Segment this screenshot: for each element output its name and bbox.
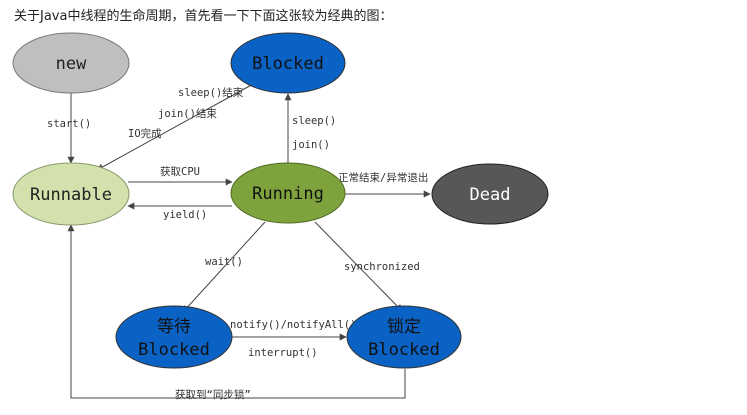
label-get-lock: 获取到“同步锁” [175, 388, 251, 401]
node-wait-blocked-label-1: 等待 [157, 317, 191, 337]
node-runnable: Runnable [12, 162, 130, 226]
label-join-end: join()结束 [158, 107, 217, 120]
label-interrupt: interrupt() [248, 347, 318, 359]
node-blocked-label: Blocked [252, 54, 324, 74]
label-wait: wait() [205, 256, 243, 268]
label-start: start() [47, 118, 91, 130]
node-lock-blocked: 锁定 Blocked [346, 305, 462, 369]
label-yield: yield() [163, 209, 207, 221]
label-get-cpu: 获取CPU [160, 166, 200, 178]
node-running-label: Running [252, 184, 324, 204]
label-join: join() [292, 139, 330, 151]
thread-lifecycle-diagram: start() sleep()结束 join()结束 IO完成 获取CPU yi… [12, 32, 549, 401]
label-io-done: IO完成 [128, 127, 162, 140]
node-new: new [12, 32, 130, 94]
node-wait-blocked-label-2: Blocked [138, 340, 210, 360]
label-dead-reason: 正常结束/异常退出 [338, 171, 428, 184]
node-dead-label: Dead [470, 185, 511, 205]
node-dead: Dead [431, 163, 549, 225]
node-blocked: Blocked [230, 32, 346, 94]
node-running: Running [230, 162, 346, 224]
label-synchronized: synchronized [344, 261, 420, 273]
label-notify: notify()/notifyAll() [230, 319, 356, 331]
node-lock-blocked-label-2: Blocked [368, 340, 440, 360]
label-sleep: sleep() [292, 115, 336, 127]
node-new-label: new [56, 54, 87, 74]
label-sleep-end: sleep()结束 [178, 86, 244, 99]
node-wait-blocked: 等待 Blocked [115, 305, 233, 369]
node-lock-blocked-label-1: 锁定 [387, 317, 421, 337]
node-runnable-label: Runnable [30, 185, 112, 205]
